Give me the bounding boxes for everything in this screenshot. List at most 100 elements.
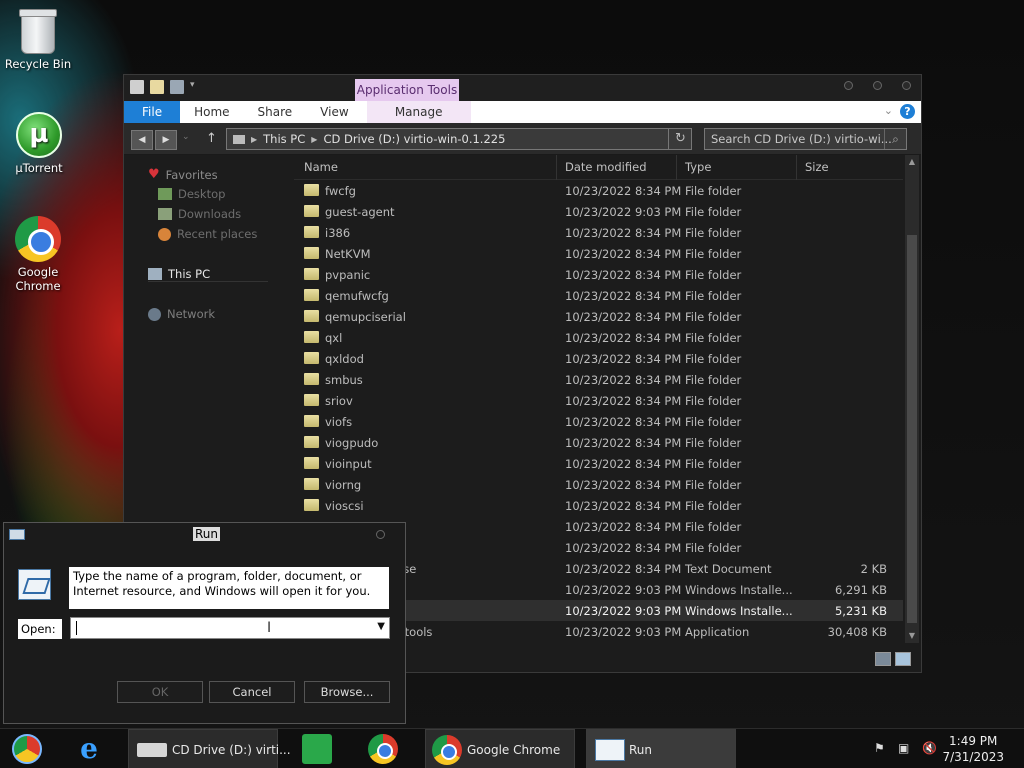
search-icon[interactable]: ⌕ — [884, 129, 906, 149]
maximize-button[interactable] — [873, 81, 882, 90]
refresh-icon[interactable]: ↻ — [668, 128, 692, 150]
large-icons-view-icon[interactable] — [895, 652, 911, 666]
scroll-thumb[interactable] — [907, 235, 917, 623]
file-row[interactable]: vioscsi 10/23/2022 8:34 PM File folder — [294, 495, 903, 516]
file-type: File folder — [685, 205, 742, 219]
ok-button[interactable]: OK — [117, 681, 203, 703]
file-name: qemupciserial — [325, 310, 406, 324]
file-type: File folder — [685, 436, 742, 450]
action-center-flag-icon[interactable]: ⚑ — [874, 741, 888, 755]
nav-item-downloads[interactable]: Downloads — [158, 207, 241, 221]
close-button[interactable] — [902, 81, 911, 90]
properties-icon[interactable] — [150, 80, 164, 94]
column-name[interactable]: Name — [304, 160, 338, 174]
scroll-up-icon[interactable]: ▲ — [905, 155, 919, 169]
file-type: File folder — [685, 394, 742, 408]
desktop-icon-recycle-bin[interactable]: Recycle Bin — [0, 9, 76, 71]
file-type: File folder — [685, 268, 742, 282]
column-size[interactable]: Size — [805, 160, 829, 174]
taskbar-chrome-pinned[interactable] — [364, 729, 404, 768]
tab-home[interactable]: Home — [180, 101, 243, 123]
cancel-button[interactable]: Cancel — [209, 681, 295, 703]
desktop-icon-google-chrome[interactable]: Google Chrome — [0, 216, 76, 293]
file-type: File folder — [685, 478, 742, 492]
file-row[interactable]: fwcfg 10/23/2022 8:34 PM File folder — [294, 180, 903, 201]
volume-muted-icon[interactable]: 🔇 — [922, 741, 937, 755]
up-arrow-icon[interactable]: ↑ — [206, 131, 217, 146]
forward-button[interactable]: ▶ — [155, 130, 177, 150]
file-row[interactable]: viogpudo 10/23/2022 8:34 PM File folder — [294, 432, 903, 453]
taskbar-run[interactable]: Run — [586, 729, 736, 768]
breadcrumb-separator-icon[interactable]: ▶ — [251, 135, 257, 144]
breadcrumb-cd-drive[interactable]: CD Drive (D:) virtio-win-0.1.225 — [323, 132, 505, 146]
search-input[interactable]: Search CD Drive (D:) virtio-wi... ⌕ — [704, 128, 907, 150]
nav-label: Favorites — [165, 167, 218, 182]
expand-ribbon-icon[interactable]: ⌄ — [884, 104, 893, 117]
tab-view[interactable]: View — [306, 101, 362, 123]
file-row[interactable]: qxl 10/23/2022 8:34 PM File folder — [294, 327, 903, 348]
taskbar-explorer[interactable]: CD Drive (D:) virti... — [128, 729, 291, 768]
start-button[interactable] — [8, 729, 48, 768]
nav-item-this-pc[interactable]: This PC — [148, 267, 268, 282]
recent-locations-icon[interactable]: ⌄ — [182, 132, 190, 142]
downloads-icon — [158, 208, 172, 220]
file-row[interactable]: qxldod 10/23/2022 8:34 PM File folder — [294, 348, 903, 369]
taskbar-google-chrome[interactable]: Google Chrome — [425, 729, 575, 768]
nav-item-desktop[interactable]: Desktop — [158, 187, 225, 201]
file-row[interactable]: NetKVM 10/23/2022 8:34 PM File folder — [294, 243, 903, 264]
file-name: fwcfg — [325, 184, 356, 198]
column-type[interactable]: Type — [685, 160, 711, 174]
file-row[interactable]: qemufwcfg 10/23/2022 8:34 PM File folder — [294, 285, 903, 306]
scroll-down-icon[interactable]: ▼ — [905, 629, 919, 643]
file-name: sriov — [325, 394, 353, 408]
nav-item-favorites[interactable]: ♥ Favorites — [148, 167, 218, 182]
tab-share[interactable]: Share — [244, 101, 307, 123]
file-row[interactable]: smbus 10/23/2022 8:34 PM File folder — [294, 369, 903, 390]
folder-icon — [304, 289, 319, 301]
file-row[interactable]: vioinput 10/23/2022 8:34 PM File folder — [294, 453, 903, 474]
taskbar-internet-explorer[interactable]: e — [70, 729, 110, 768]
folder-icon — [304, 247, 319, 259]
file-row[interactable]: guest-agent 10/23/2022 9:03 PM File folder — [294, 201, 903, 222]
help-icon[interactable]: ? — [900, 104, 915, 119]
open-input[interactable]: I ▼ — [70, 617, 390, 639]
desktop-icon-utorrent[interactable]: µ µTorrent — [1, 112, 77, 175]
breadcrumb-this-pc[interactable]: This PC — [263, 132, 305, 146]
nav-item-network[interactable]: Network — [148, 307, 215, 321]
file-row[interactable]: sriov 10/23/2022 8:34 PM File folder — [294, 390, 903, 411]
breadcrumb-separator-icon[interactable]: ▶ — [311, 135, 317, 144]
dropdown-arrow-icon[interactable]: ▼ — [377, 621, 385, 632]
details-view-icon[interactable] — [875, 652, 891, 666]
network-icon[interactable]: ▣ — [898, 741, 912, 755]
minimize-button[interactable] — [844, 81, 853, 90]
file-row[interactable]: pvpanic 10/23/2022 8:34 PM File folder — [294, 264, 903, 285]
new-folder-icon[interactable] — [170, 80, 184, 94]
close-button[interactable] — [376, 530, 385, 539]
back-button[interactable]: ◀ — [131, 130, 153, 150]
column-date-modified[interactable]: Date modified — [565, 160, 647, 174]
folder-icon — [304, 184, 319, 196]
run-icon — [9, 529, 25, 540]
address-bar[interactable]: ▶ This PC ▶ CD Drive (D:) virtio-win-0.1… — [226, 128, 692, 150]
utorrent-icon: µ — [16, 112, 62, 158]
chevron-down-icon[interactable]: ▾ — [190, 80, 200, 94]
file-row[interactable]: viofs 10/23/2022 8:34 PM File folder — [294, 411, 903, 432]
tab-file[interactable]: File — [124, 101, 181, 123]
text-caret — [76, 621, 77, 635]
clock[interactable]: 1:49 PM 7/31/2023 — [942, 733, 1004, 765]
file-row[interactable]: viorng 10/23/2022 8:34 PM File folder — [294, 474, 903, 495]
taskbar-explorer-label: CD Drive (D:) virti... — [172, 743, 291, 757]
vertical-scrollbar[interactable]: ▲ ▼ — [905, 155, 919, 643]
nav-item-recent-places[interactable]: Recent places — [158, 227, 257, 241]
file-row[interactable]: qemupciserial 10/23/2022 8:34 PM File fold… — [294, 306, 903, 327]
browse-button[interactable]: Browse... — [304, 681, 390, 703]
drive-icon[interactable] — [130, 80, 144, 94]
taskbar-store[interactable] — [298, 729, 338, 768]
file-type: File folder — [685, 331, 742, 345]
computer-icon — [148, 268, 162, 280]
star-icon: ♥ — [148, 167, 160, 182]
file-type: File folder — [685, 352, 742, 366]
navigation-bar: ◀ ▶ ⌄ ↑ ▶ This PC ▶ CD Drive (D:) virtio… — [124, 123, 921, 155]
file-row[interactable]: i386 10/23/2022 8:34 PM File folder — [294, 222, 903, 243]
tab-manage[interactable]: Manage — [366, 101, 471, 123]
